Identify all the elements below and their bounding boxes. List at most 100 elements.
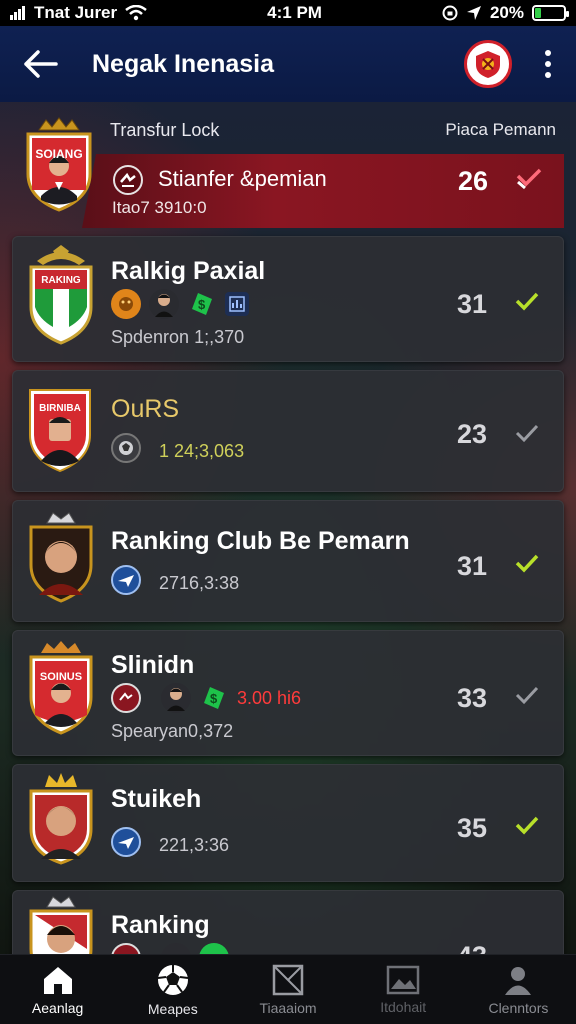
header-chip <box>112 164 144 201</box>
ranking-card[interactable]: RAKING Ralkig Paxial $ Spdenron 1;,370 3… <box>12 236 564 362</box>
signal-icon <box>10 6 25 20</box>
card-money: 3.00 hi6 <box>237 687 302 708</box>
image-frame-icon <box>272 964 304 995</box>
battery-level <box>535 8 542 18</box>
more-options-button[interactable] <box>538 44 558 84</box>
card-check[interactable] <box>515 291 539 316</box>
player-avatar-icon <box>149 289 179 319</box>
battery-percent: 20% <box>489 3 524 22</box>
card-value: 221,3:36 <box>159 835 230 855</box>
card-icon-row <box>111 433 141 463</box>
card-crest: RAKING <box>27 245 95 350</box>
back-button[interactable] <box>18 42 62 86</box>
orientation-lock-icon <box>442 5 458 21</box>
clock: 4:1 PM <box>267 3 322 22</box>
plane-chip-icon <box>111 827 141 857</box>
person-icon <box>505 966 532 995</box>
card-crest <box>27 511 95 608</box>
card-icon-row <box>111 827 141 857</box>
card-score: 33 <box>457 683 488 713</box>
club-badge-button[interactable] <box>464 40 512 88</box>
stats-icon <box>225 292 249 316</box>
status-right: 20% <box>442 3 569 23</box>
card-crest: BIRNIBA <box>27 387 93 478</box>
transfer-header-card[interactable]: SOIANG Transfur Lock Piaca Pemann Stianf… <box>12 108 564 230</box>
card-icon-row: $ 3.00 hi6 <box>111 683 301 713</box>
check-icon <box>515 816 539 835</box>
card-crest-text: SOINUS <box>39 671 83 683</box>
nav-item-transfers[interactable]: Tiaaaiom <box>230 955 345 1024</box>
header-crest: SOIANG <box>24 116 94 217</box>
ball-chip-icon <box>111 433 141 463</box>
carrier-name: Tnat Jurer <box>34 3 118 22</box>
nav-item-media[interactable]: Itdohait <box>346 955 461 1024</box>
ranking-card[interactable]: Stuikeh 221,3:36 35 <box>12 764 564 882</box>
card-title: Ranking <box>111 911 210 939</box>
ranking-card[interactable]: Ranking Club Be Pemarn 2716,3:38 31 <box>12 500 564 622</box>
card-score: 23 <box>457 419 488 449</box>
check-icon <box>515 686 539 705</box>
transfer-lock-label: Transfur Lock <box>110 120 220 140</box>
card-check[interactable] <box>515 553 539 578</box>
nav-item-matches[interactable]: Meapes <box>115 955 230 1024</box>
card-check[interactable] <box>515 423 539 448</box>
svg-text:$: $ <box>210 691 218 706</box>
double-check-icon <box>516 168 542 190</box>
picture-icon <box>386 965 420 994</box>
card-title: OuRS <box>111 395 180 423</box>
player-crest-icon <box>29 773 93 865</box>
bottom-nav: Aeanlag Meapes Tiaaaiom Itdohait Clennto… <box>0 954 576 1024</box>
card-title: Stuikeh <box>111 785 202 813</box>
status-left: Tnat Jurer <box>10 3 147 23</box>
card-icon-row: $ <box>111 289 249 319</box>
shield-crest-icon <box>26 117 92 212</box>
card-value: 2716,3:38 <box>159 573 240 593</box>
nav-item-home[interactable]: Aeanlag <box>0 955 115 1024</box>
ball-icon <box>157 964 188 995</box>
plane-chip-icon <box>111 565 141 595</box>
nav-label: Clenntors <box>488 999 549 1016</box>
card-check[interactable] <box>515 685 539 710</box>
transfer-icon <box>113 165 143 195</box>
header-check[interactable] <box>516 168 542 195</box>
location-arrow-icon <box>466 6 481 20</box>
header-crest-text: SOIANG <box>35 147 83 161</box>
place-label: Piaca Pemann <box>445 120 556 139</box>
check-icon <box>515 292 539 311</box>
lion-chip-icon <box>111 289 141 319</box>
card-score: 31 <box>457 551 488 581</box>
green-shield-crest-icon <box>29 245 93 345</box>
card-score: 31 <box>457 289 488 319</box>
home-icon <box>43 966 72 994</box>
player-avatar-icon <box>161 683 191 713</box>
battery-icon <box>532 5 569 21</box>
page-title: Negak Inenasia <box>92 49 275 78</box>
ranking-card[interactable]: SOINUS Slinidn $ 3.00 hi6 Spearyan0,372 … <box>12 630 564 756</box>
card-crest-text: BIRNIBA <box>39 403 81 414</box>
check-icon <box>515 424 539 443</box>
card-score: 35 <box>457 813 488 843</box>
svg-text:$: $ <box>198 297 206 312</box>
player-crest-icon <box>29 512 93 603</box>
wifi-icon <box>125 5 147 21</box>
ranking-card[interactable]: BIRNIBA OuRS 1 24;3,063 23 <box>12 370 564 492</box>
shield-crest-icon <box>29 389 91 473</box>
card-crest-text: RAKING <box>41 275 81 286</box>
card-crest: SOINUS <box>27 639 95 740</box>
card-title: Ralkig Paxial <box>111 257 266 285</box>
nav-label: Meapes <box>147 1000 198 1017</box>
card-check[interactable] <box>515 815 539 840</box>
nav-label: Aeanlag <box>31 999 84 1016</box>
app-bar: Negak Inenasia <box>0 26 576 102</box>
card-icon-row <box>111 565 141 595</box>
nav-label: Itdohait <box>380 998 427 1015</box>
card-title: Ranking Club Be Pemarn <box>111 527 410 555</box>
status-bar: Tnat Jurer 4:1 PM 20% <box>0 0 576 26</box>
money-icon: $ <box>187 289 217 319</box>
shield-crest-icon <box>29 641 93 735</box>
money-icon: $ <box>199 683 229 713</box>
nav-item-profile[interactable]: Clenntors <box>461 955 576 1024</box>
card-crest <box>27 773 95 870</box>
header-score: 26 <box>458 166 489 196</box>
nav-label: Tiaaaiom <box>259 999 317 1016</box>
